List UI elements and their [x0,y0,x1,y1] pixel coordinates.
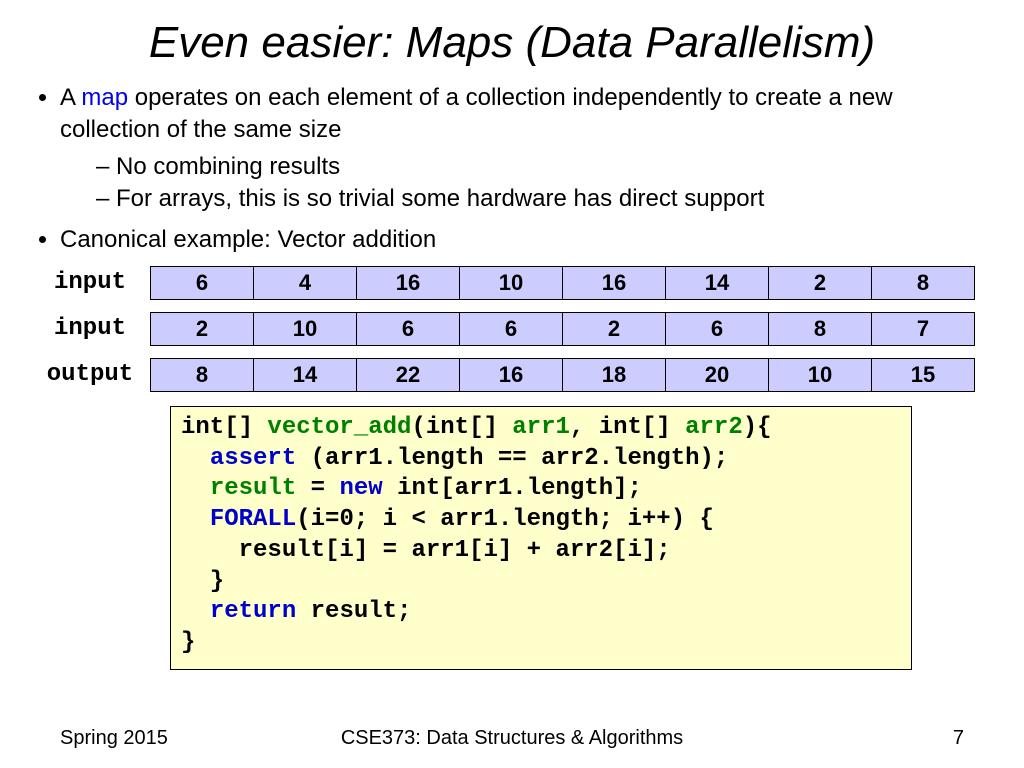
bullet-1: A map operates on each element of a coll… [60,82,994,216]
bullet-list: A map operates on each element of a coll… [60,82,994,256]
cell: 6 [151,267,254,299]
t: (arr1.length == arr2.length); [296,445,728,472]
t: ){ [743,414,772,441]
t: } [181,568,224,595]
cell: 7 [872,313,974,345]
footer-page-number: 7 [953,727,964,750]
cell: 20 [666,359,769,391]
slide-footer: Spring 2015 CSE373: Data Structures & Al… [0,727,1024,750]
row-label-output: output [30,361,150,388]
fn-name: vector_add [267,414,411,441]
sub-bullet: No combining results [96,151,994,183]
slide-title: Even easier: Maps (Data Parallelism) [30,18,994,68]
cell: 16 [563,267,666,299]
cell: 6 [666,313,769,345]
cell: 8 [151,359,254,391]
t: result; [296,598,411,625]
cell: 10 [460,267,563,299]
cell: 8 [769,313,872,345]
param: arr1 [512,414,570,441]
cell: 16 [460,359,563,391]
cell: 16 [357,267,460,299]
t: int[] [181,414,267,441]
cell: 6 [357,313,460,345]
footer-term: Spring 2015 [60,727,168,750]
t: = [296,475,339,502]
row-label-input1: input [30,269,150,296]
array-output: 8 14 22 16 18 20 10 15 [150,358,975,392]
cell: 2 [563,313,666,345]
cell: 10 [769,359,872,391]
cell: 10 [254,313,357,345]
cell: 14 [254,359,357,391]
row-label-input2: input [30,315,150,342]
cell: 14 [666,267,769,299]
t: (i=0; i < arr1.length; i++) { [296,506,714,533]
t: , int[] [570,414,685,441]
map-keyword: map [81,84,128,111]
array-input2: 2 10 6 6 2 6 8 7 [150,312,975,346]
cell: 15 [872,359,974,391]
cell: 2 [151,313,254,345]
param: arr2 [685,414,743,441]
t: (int[] [411,414,512,441]
t [181,445,210,472]
var: result [210,475,296,502]
cell: 6 [460,313,563,345]
code-block: int[] vector_add(int[] arr1, int[] arr2)… [170,406,912,670]
cell: 8 [872,267,974,299]
t [181,598,210,625]
t [181,506,210,533]
array-input1: 6 4 16 10 16 14 2 8 [150,266,975,300]
array-diagram: input 6 4 16 10 16 14 2 8 input 2 10 6 6… [30,266,994,392]
kw: FORALL [210,506,296,533]
kw: assert [210,445,296,472]
t: } [181,629,195,656]
text: A [60,84,81,111]
cell: 2 [769,267,872,299]
t: result[i] = arr1[i] + arr2[i]; [181,537,671,564]
bullet-2: Canonical example: Vector addition [60,224,994,256]
sub-bullet: For arrays, this is so trivial some hard… [96,183,994,215]
cell: 22 [357,359,460,391]
kw: return [210,598,296,625]
cell: 4 [254,267,357,299]
t [181,475,210,502]
text: operates on each element of a collection… [60,84,893,143]
cell: 18 [563,359,666,391]
t: int[arr1.length]; [383,475,642,502]
kw: new [339,475,382,502]
